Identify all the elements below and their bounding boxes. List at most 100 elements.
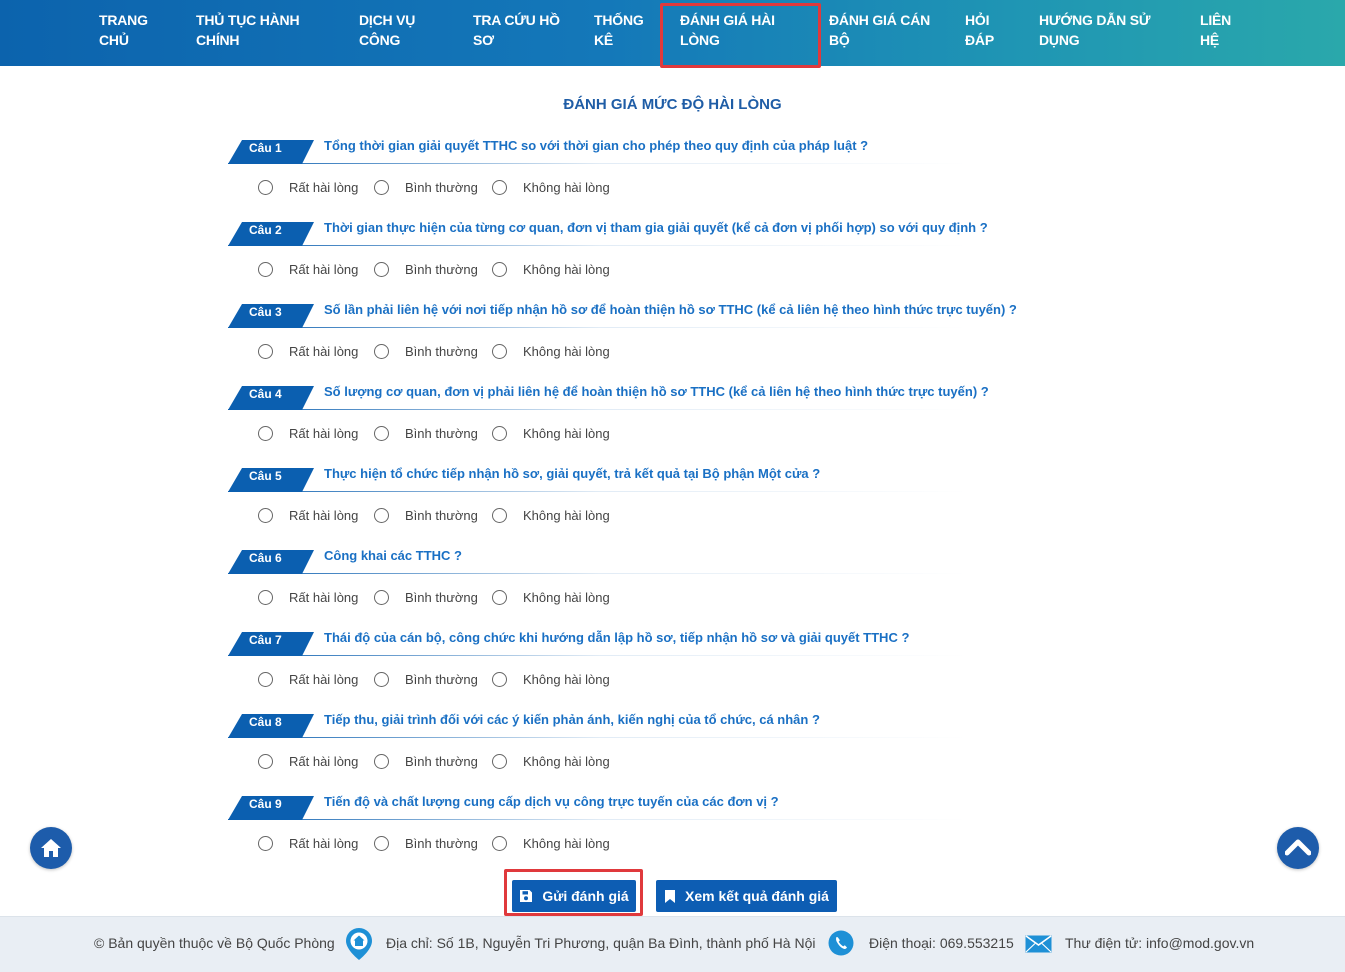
radio-button[interactable] [374,179,389,195]
option-very-satisfied[interactable]: Rất hài lòng [258,260,358,278]
option-label: Không hài lòng [523,671,610,687]
question-number: Câu 5 [249,469,282,483]
nav-item-faq[interactable]: HỎI ĐÁP [965,10,994,50]
radio-button[interactable] [258,671,273,687]
nav-item-administrative-procedures[interactable]: THỦ TỤC HÀNH CHÍNH [196,10,300,50]
submit-rating-button[interactable]: Gửi đánh giá [512,880,636,912]
option-not-satisfied[interactable]: Không hài lòng [492,506,610,524]
option-label: Không hài lòng [523,753,610,769]
radio-button[interactable] [374,589,389,605]
nav-item-user-guide[interactable]: HƯỚNG DẪN SỬ DỤNG [1039,10,1151,50]
option-normal[interactable]: Bình thường [374,342,478,360]
radio-button[interactable] [374,507,389,523]
option-normal[interactable]: Bình thường [374,260,478,278]
scroll-top-button[interactable] [1277,827,1319,869]
question-divider [228,163,968,164]
question-number: Câu 3 [249,305,282,319]
option-very-satisfied[interactable]: Rất hài lòng [258,178,358,196]
question-text: Tổng thời gian giải quyết TTHC so với th… [324,138,869,153]
question-text: Số lượng cơ quan, đơn vị phải liên hệ để… [324,384,989,399]
option-label: Không hài lòng [523,425,610,441]
option-not-satisfied[interactable]: Không hài lòng [492,834,610,852]
footer-address: Địa chỉ: Số 1B, Nguyễn Tri Phương, quận … [386,935,816,951]
option-not-satisfied[interactable]: Không hài lòng [492,342,610,360]
option-label: Bình thường [405,753,478,769]
radio-button[interactable] [258,753,273,769]
option-very-satisfied[interactable]: Rất hài lòng [258,670,358,688]
radio-button[interactable] [258,261,273,277]
radio-button[interactable] [492,261,507,277]
nav-item-dossier-lookup[interactable]: TRA CỨU HỒ SƠ [473,10,560,50]
option-label: Bình thường [405,507,478,523]
radio-button[interactable] [492,179,507,195]
option-very-satisfied[interactable]: Rất hài lòng [258,834,358,852]
home-icon [41,839,61,857]
radio-button[interactable] [258,343,273,359]
question-number: Câu 8 [249,715,282,729]
question-text: Thái độ của cán bộ, công chức khi hướng … [324,630,910,645]
option-very-satisfied[interactable]: Rất hài lòng [258,752,358,770]
nav-item-home[interactable]: TRANG CHỦ [99,10,148,50]
home-fab-button[interactable] [30,827,72,869]
question-number: Câu 9 [249,797,282,811]
radio-button[interactable] [492,753,507,769]
option-very-satisfied[interactable]: Rất hài lòng [258,424,358,442]
option-normal[interactable]: Bình thường [374,834,478,852]
option-not-satisfied[interactable]: Không hài lòng [492,424,610,442]
radio-button[interactable] [258,589,273,605]
option-very-satisfied[interactable]: Rất hài lòng [258,588,358,606]
option-normal[interactable]: Bình thường [374,588,478,606]
submit-rating-label: Gửi đánh giá [542,888,629,904]
question-number: Câu 2 [249,223,282,237]
nav-item-public-services[interactable]: DỊCH VỤ CÔNG [359,10,415,50]
radio-button[interactable] [374,753,389,769]
option-normal[interactable]: Bình thường [374,424,478,442]
option-normal[interactable]: Bình thường [374,178,478,196]
radio-button[interactable] [374,425,389,441]
view-results-button[interactable]: Xem kết quả đánh giá [656,880,837,912]
question-3: Câu 3 Số lần phải liên hệ với nơi tiếp nh… [228,300,1128,382]
question-text: Thực hiện tổ chức tiếp nhận hồ sơ, giải … [324,466,821,481]
option-label: Rất hài lòng [289,425,359,441]
option-very-satisfied[interactable]: Rất hài lòng [258,342,358,360]
footer-copyright: © Bản quyền thuộc về Bộ Quốc Phòng [94,935,335,951]
bookmark-icon [665,889,676,903]
nav-item-statistics[interactable]: THỐNG KÊ [594,10,644,50]
option-normal[interactable]: Bình thường [374,506,478,524]
nav-item-staff-rating[interactable]: ĐÁNH GIÁ CÁN BỘ [829,10,930,50]
radio-button[interactable] [258,835,273,851]
footer-phone: Điện thoại: 069.553215 [869,935,1014,951]
radio-button[interactable] [492,589,507,605]
radio-button[interactable] [492,835,507,851]
option-not-satisfied[interactable]: Không hài lòng [492,260,610,278]
option-label: Rất hài lòng [289,753,359,769]
radio-button[interactable] [492,425,507,441]
radio-button[interactable] [374,343,389,359]
question-4: Câu 4 Số lượng cơ quan, đơn vị phải liên … [228,382,1128,464]
radio-button[interactable] [374,835,389,851]
option-very-satisfied[interactable]: Rất hài lòng [258,506,358,524]
option-not-satisfied[interactable]: Không hài lòng [492,588,610,606]
nav-item-satisfaction-rating[interactable]: ĐÁNH GIÁ HÀI LÒNG [680,10,775,50]
option-label: Không hài lòng [523,507,610,523]
option-label: Không hài lòng [523,343,610,359]
footer: © Bản quyền thuộc về Bộ Quốc Phòng Địa c… [0,916,1345,972]
radio-button[interactable] [258,179,273,195]
nav-item-contact[interactable]: LIÊN HỆ [1200,10,1231,50]
radio-button[interactable] [492,671,507,687]
radio-button[interactable] [258,425,273,441]
option-label: Bình thường [405,179,478,195]
radio-button[interactable] [492,507,507,523]
location-pin-icon [346,928,372,960]
radio-button[interactable] [374,261,389,277]
radio-button[interactable] [258,507,273,523]
option-not-satisfied[interactable]: Không hài lòng [492,670,610,688]
option-normal[interactable]: Bình thường [374,670,478,688]
radio-button[interactable] [492,343,507,359]
option-not-satisfied[interactable]: Không hài lòng [492,752,610,770]
option-not-satisfied[interactable]: Không hài lòng [492,178,610,196]
radio-button[interactable] [374,671,389,687]
question-divider [228,491,968,492]
option-normal[interactable]: Bình thường [374,752,478,770]
option-label: Rất hài lòng [289,261,359,277]
